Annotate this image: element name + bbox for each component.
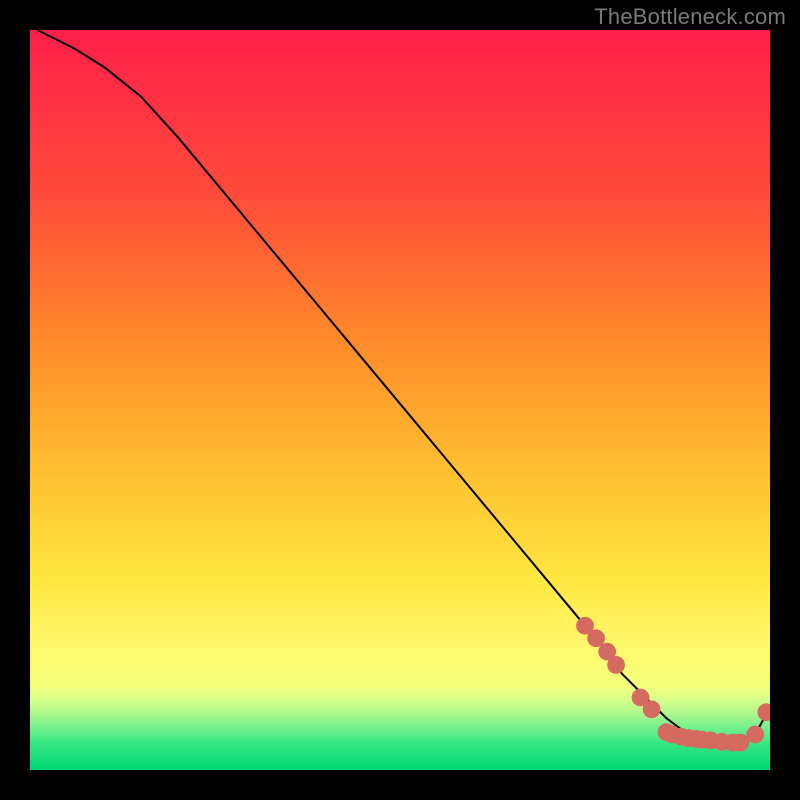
marker-point [746,726,764,744]
marker-point [607,656,625,674]
marker-point [643,700,661,718]
chart-svg [30,30,770,770]
gradient-background [30,30,770,770]
chart-frame: TheBottleneck.com [0,0,800,800]
attribution-text: TheBottleneck.com [594,4,786,30]
plot-area [30,30,770,770]
